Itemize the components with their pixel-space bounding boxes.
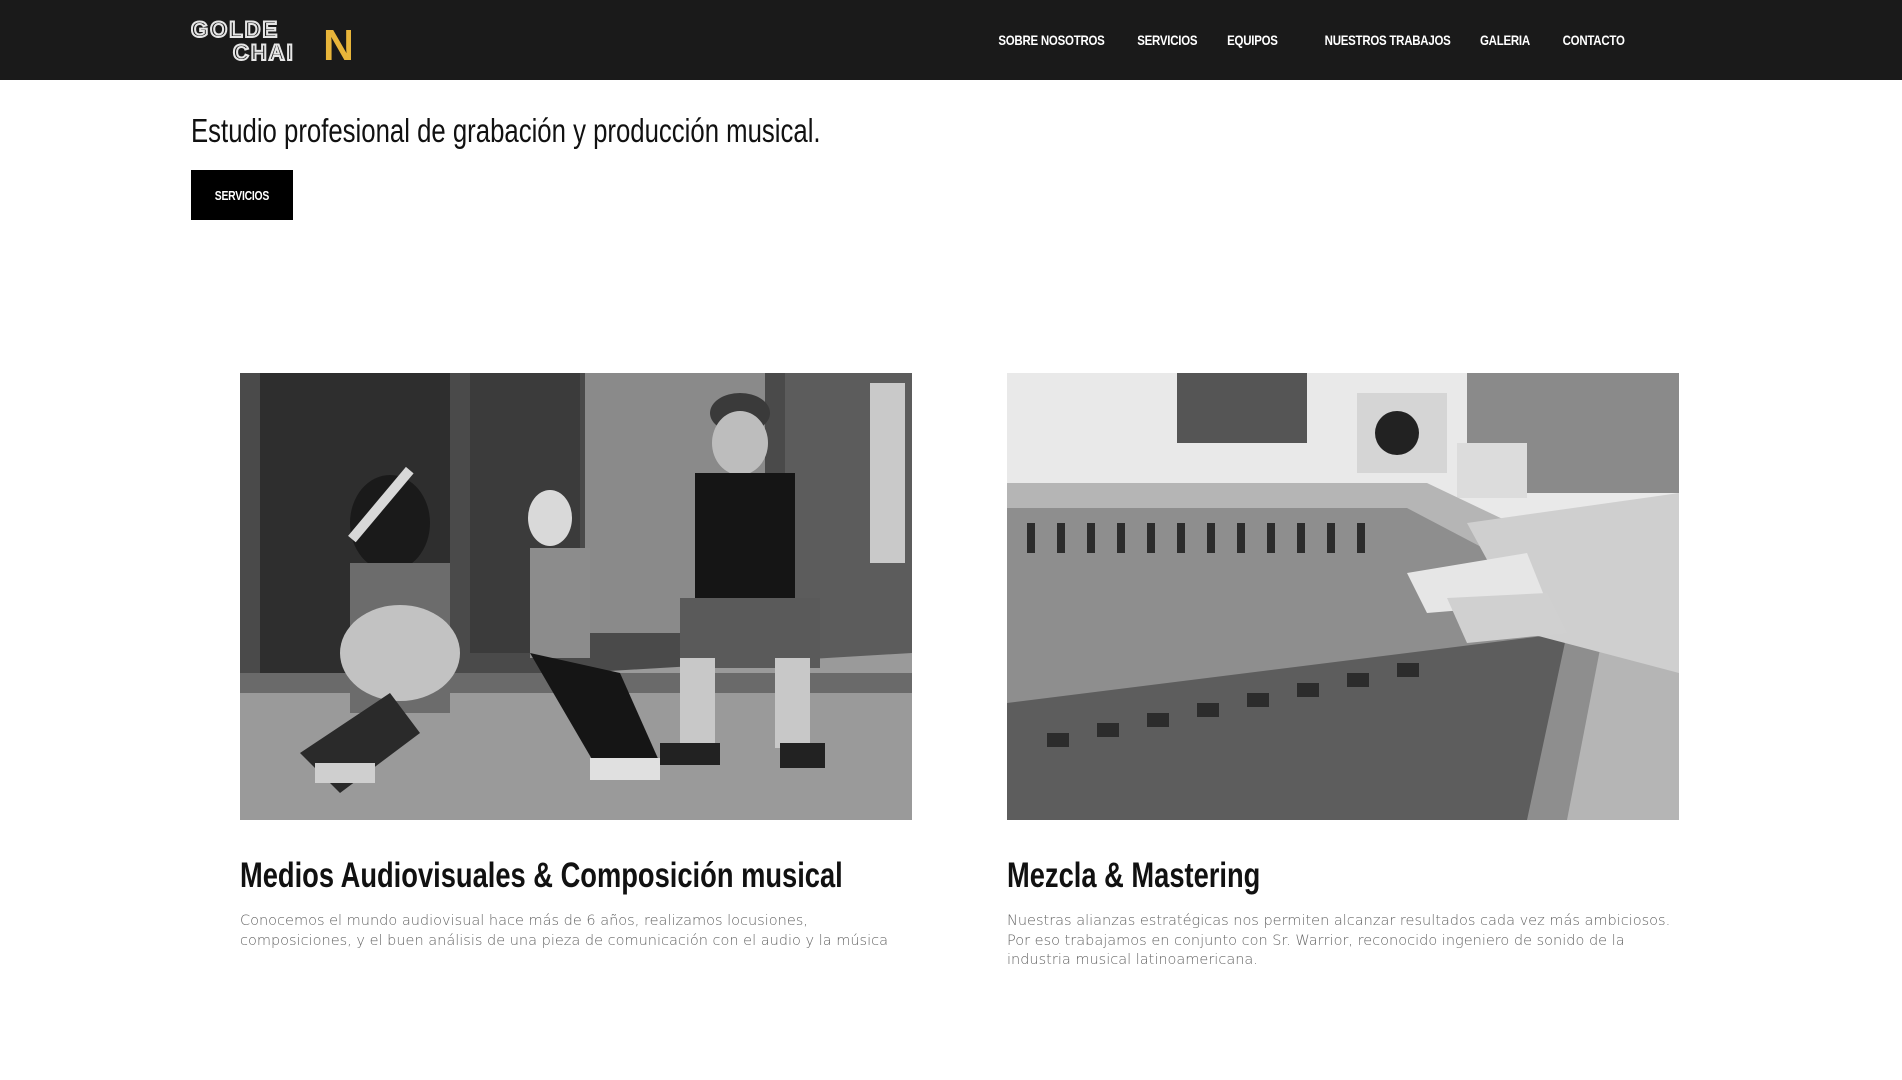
nav-equipos[interactable]: EQUIPOS [1227, 32, 1278, 48]
golden-chain-logo[interactable]: GOLDE CHAI N [191, 17, 351, 63]
card-description: Conocemos el mundo audiovisual hace más … [240, 913, 888, 949]
street-musicians-illustration [240, 373, 912, 820]
card-description: Nuestras alianzas estratégicas nos permi… [1007, 913, 1671, 968]
service-card-audiovisual: Medios Audiovisuales & Composición music… [240, 373, 912, 951]
main-nav: SOBRE NOSOTROS SERVICIOS EQUIPOS NUESTRO… [956, 0, 1626, 80]
nav-nuestros-trabajos[interactable]: NUESTROS TRABAJOS [1325, 32, 1451, 48]
card-title: Mezcla & Mastering [1007, 856, 1261, 895]
mixing-console-photo [1007, 373, 1679, 820]
top-navigation-bar: GOLDE CHAI N SOBRE NOSOTROS SERVICIOS EQ… [0, 0, 1902, 80]
servicios-button-label: SERVICIOS [214, 187, 270, 203]
svg-text:CHAI: CHAI [233, 40, 295, 63]
servicios-button[interactable]: SERVICIOS [191, 170, 293, 220]
mixing-console-illustration [1007, 373, 1679, 820]
street-musicians-photo [240, 373, 912, 820]
logo-mark: GOLDE CHAI N [191, 17, 351, 63]
nav-servicios[interactable]: SERVICIOS [1137, 32, 1197, 48]
nav-galeria[interactable]: GALERIA [1480, 32, 1530, 48]
nav-contacto[interactable]: CONTACTO [1563, 32, 1625, 48]
nav-sobre-nosotros[interactable]: SOBRE NOSOTROS [999, 32, 1106, 48]
hero-title: Estudio profesional de grabación y produ… [191, 112, 821, 149]
svg-text:N: N [323, 21, 351, 63]
svg-text:GOLDE: GOLDE [191, 17, 279, 42]
service-card-mezcla: Mezcla & Mastering Nuestras alianzas est… [1007, 373, 1679, 971]
card-title: Medios Audiovisuales & Composición music… [240, 856, 843, 895]
